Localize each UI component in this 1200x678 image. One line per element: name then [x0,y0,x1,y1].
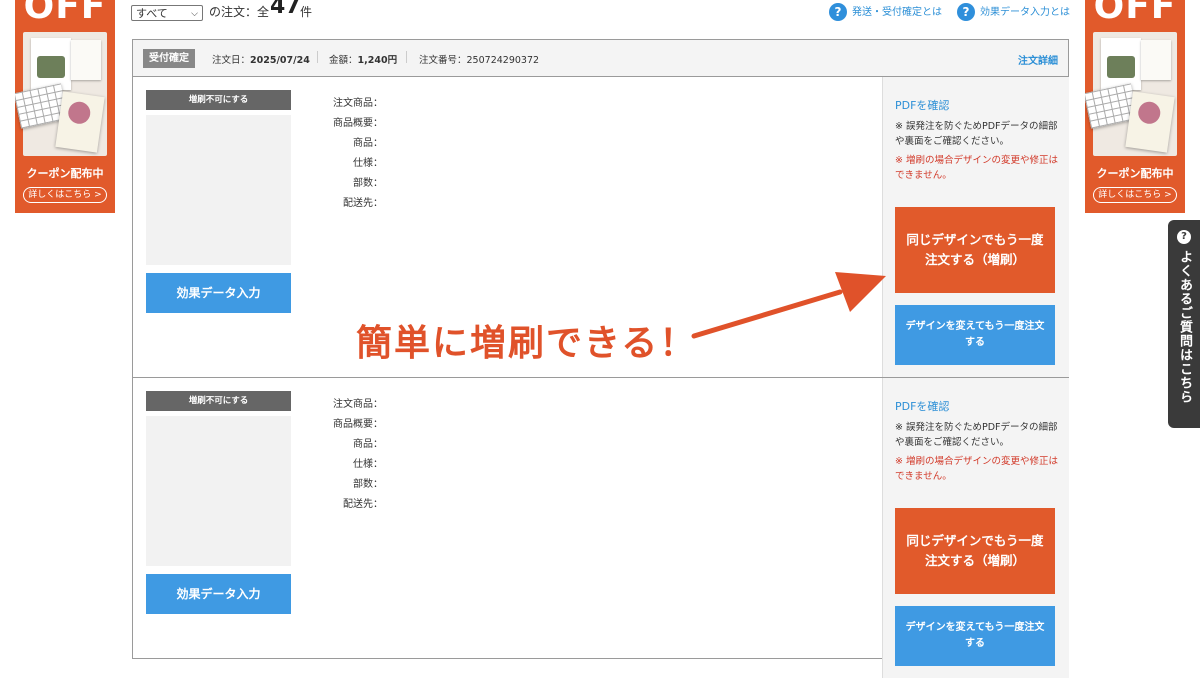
order-count-unit: 件 [300,5,313,19]
field-label: 注文商品： [333,399,383,410]
button-label: 同じデザインでもう一度 [906,533,1044,548]
filter-selected-value: すべて [136,7,168,20]
button-label: する [965,638,985,649]
button-label: 注文する（増刷） [924,252,1025,267]
field-label: 部数： [353,479,383,490]
field-label: 仕様： [353,158,383,169]
disable-reprint-button[interactable]: 増刷不可にする [146,90,291,110]
order-number: 注文番号：250724290372 [419,55,540,66]
order-count-label: の注文：全 [209,5,270,19]
order-header: 受付確定 注文日：2025/07/24 金額：1,240円 注文番号：25072… [133,40,1068,77]
order-item: 増刷不可にする 効果データ入力 注文商品： 商品概要： 商品： 仕様： 部数： … [133,378,1069,678]
button-label: デザインを変えてもう一度注文 [905,321,1045,332]
reorder-new-design-button[interactable]: デザインを変えてもう一度注文 する [895,606,1055,666]
faq-side-tab[interactable]: ? よくあるご質問はこちら [1168,220,1200,428]
banner-detail-button[interactable]: 詳しくはこちら > [1093,187,1177,203]
promo-banner-right[interactable]: OFF クーポン配布中 詳しくはこちら > [1085,0,1185,213]
order-fields: 注文商品： 商品概要： 商品： 仕様： 部数： 配送先： [313,94,383,214]
promo-banner-left[interactable]: OFF クーポン配布中 詳しくはこちら > [15,0,115,213]
reorder-panel: PDFを確認 ※ 誤発注を防ぐためPDFデータの細部や裏面をご確認ください。 ※… [882,378,1069,678]
effect-data-input-button[interactable]: 効果データ入力 [146,273,291,313]
pdf-note: ※ 誤発注を防ぐためPDFデータの細部や裏面をご確認ください。 [895,422,1058,448]
help-link-effect-data[interactable]: ? 効果データ入力とは [957,3,1070,21]
banner-detail-button[interactable]: 詳しくはこちら > [23,187,107,203]
button-label: する [965,337,985,348]
banner-off-text: OFF [23,0,107,27]
chevron-down-icon: ⌵ [191,9,198,19]
annotation-text: 簡単に増刷できる！ [356,323,698,364]
design-thumbnail[interactable] [146,115,291,265]
order-filter-select[interactable]: すべて ⌵ [131,5,203,21]
disable-reprint-button[interactable]: 増刷不可にする [146,391,291,411]
help-link-label: 発送・受付確定とは [852,7,942,18]
order-date: 注文日：2025/07/24 [212,55,310,66]
banner-coupon-label: クーポン配布中 [1096,167,1174,180]
pdf-note: ※ 誤発注を防ぐためPDFデータの細部や裏面をご確認ください。 [895,121,1058,147]
faq-tab-label: よくあるご質問はこちら [1177,250,1192,404]
banner-product-image [15,32,107,156]
button-label: デザインを変えてもう一度注文 [905,622,1045,633]
field-label: 配送先： [343,198,383,209]
annotation-arrow-icon [691,272,886,339]
pdf-confirm-link[interactable]: PDFを確認 [895,97,949,113]
design-thumbnail[interactable] [146,416,291,566]
reorder-panel: PDFを確認 ※ 誤発注を防ぐためPDFデータの細部や裏面をご確認ください。 ※… [882,77,1069,377]
button-label: 同じデザインでもう一度 [906,232,1044,247]
field-label: 配送先： [343,499,383,510]
reorder-new-design-button[interactable]: デザインを変えてもう一度注文 する [895,305,1055,365]
reorder-same-design-button[interactable]: 同じデザインでもう一度 注文する（増刷） [895,207,1055,293]
field-label: 部数： [353,178,383,189]
order-detail-link[interactable]: 注文詳細 [1018,52,1058,67]
help-link-label: 効果データ入力とは [980,7,1070,18]
banner-product-image [1085,32,1177,156]
field-label: 商品概要： [333,419,383,430]
reorder-same-design-button[interactable]: 同じデザインでもう一度 注文する（増刷） [895,508,1055,594]
button-label: 注文する（増刷） [924,553,1025,568]
order-amount: 金額：1,240円 [329,55,398,66]
question-icon: ? [829,3,847,21]
order-count: 47 [270,0,301,19]
question-icon: ? [957,3,975,21]
banner-coupon-label: クーポン配布中 [26,167,104,180]
field-label: 注文商品： [333,98,383,109]
status-badge: 受付確定 [143,49,195,68]
order-fields: 注文商品： 商品概要： 商品： 仕様： 部数： 配送先： [313,395,383,515]
effect-data-input-button[interactable]: 効果データ入力 [146,574,291,614]
question-icon: ? [1177,230,1191,244]
field-label: 商品： [353,439,383,450]
field-label: 商品： [353,138,383,149]
reprint-warning: ※ 増刷の場合デザインの変更や修正はできません。 [895,155,1058,181]
help-link-shipping[interactable]: ? 発送・受付確定とは [829,3,942,21]
field-label: 仕様： [353,459,383,470]
banner-off-text: OFF [1093,0,1177,27]
reprint-warning: ※ 増刷の場合デザインの変更や修正はできません。 [895,456,1058,482]
field-label: 商品概要： [333,118,383,129]
pdf-confirm-link[interactable]: PDFを確認 [895,398,949,414]
